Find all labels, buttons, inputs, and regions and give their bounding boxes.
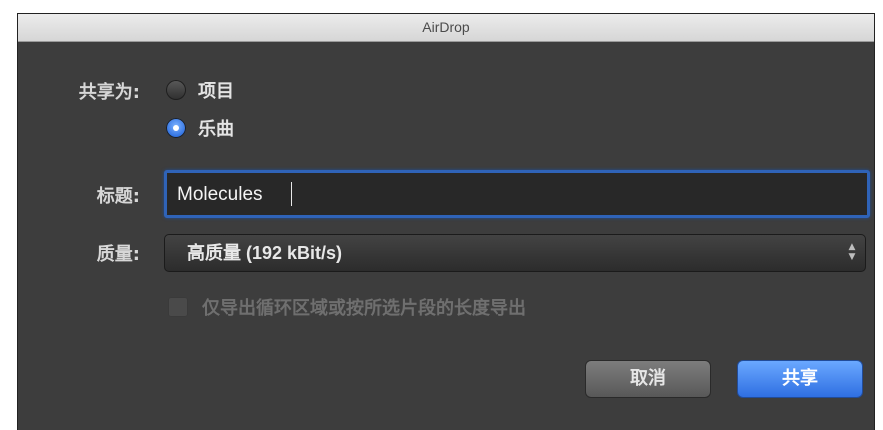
title-bar[interactable]: AirDrop (18, 14, 874, 42)
cycle-checkbox-row[interactable]: 仅导出循环区域或按所选片段的长度导出 (168, 292, 526, 322)
quality-select[interactable]: 高质量 (192 kBit/s) ▲ ▼ (164, 234, 866, 272)
radio-project-label: 项目 (198, 81, 234, 102)
window-title: AirDrop (422, 19, 470, 35)
cycle-option-label: 仅导出循环区域或按所选片段的长度导出 (202, 298, 526, 319)
radio-project[interactable]: 项目 (166, 75, 234, 105)
radio-button-icon[interactable] (166, 80, 186, 100)
title-field[interactable] (164, 170, 870, 218)
checkbox[interactable] (168, 297, 188, 317)
quality-value: 高质量 (192 kBit/s) (187, 243, 343, 263)
share-as-label: 共享为: (78, 82, 140, 103)
radio-button-selected-icon[interactable] (166, 118, 186, 138)
radio-song[interactable]: 乐曲 (166, 113, 234, 143)
up-down-arrows-icon: ▲ ▼ (848, 242, 856, 262)
text-caret (291, 182, 292, 206)
quality-label: 质量: (96, 244, 140, 265)
airdrop-dialog: AirDrop 共享为: 项目 乐曲 标题: 质量: 高质量 (192 kBit… (18, 14, 874, 430)
share-button[interactable]: 共享 (737, 360, 863, 398)
title-input[interactable] (175, 173, 849, 217)
title-label: 标题: (96, 186, 140, 207)
radio-song-label: 乐曲 (198, 119, 234, 140)
cancel-button[interactable]: 取消 (585, 360, 711, 398)
